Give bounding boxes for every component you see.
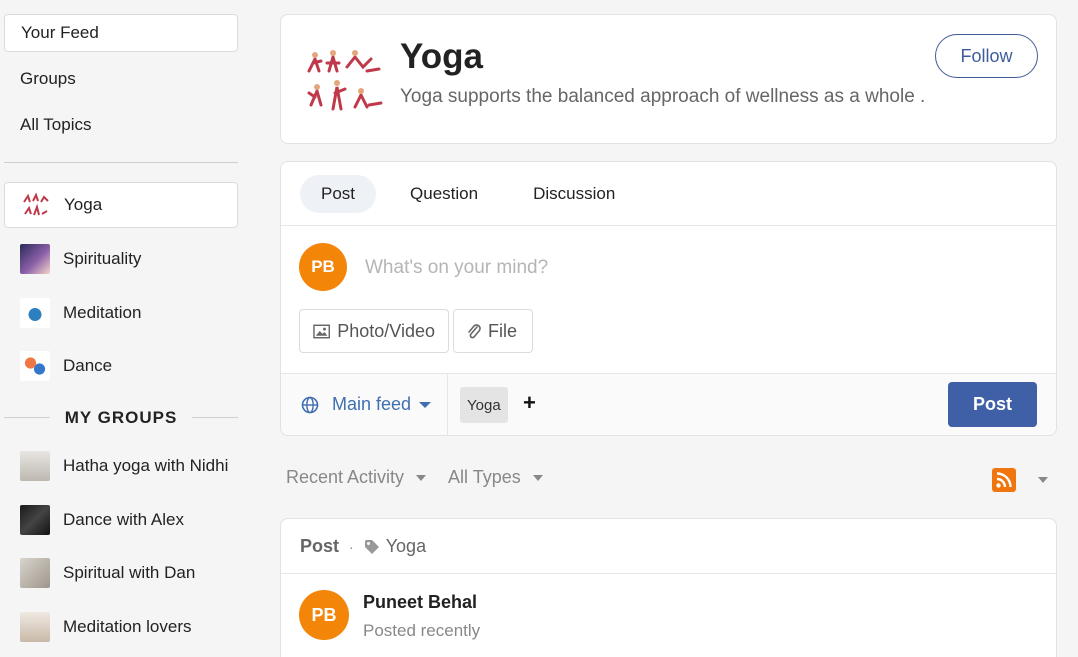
nav-label: All Topics xyxy=(20,115,92,134)
heading-rule xyxy=(192,417,238,418)
group-label: Meditation lovers xyxy=(63,617,192,636)
nav-all-topics[interactable]: All Topics xyxy=(4,106,238,144)
rss-glyph xyxy=(996,472,1012,488)
group-label: Spiritual with Dan xyxy=(63,563,196,582)
sidebar-group-dance-alex[interactable]: Dance with Alex xyxy=(4,497,238,543)
sidebar: Your Feed Groups All Topics Yoga Spiritu… xyxy=(0,0,242,657)
post-input[interactable]: What's on your mind? xyxy=(365,257,548,279)
post-kind: Post xyxy=(300,536,340,556)
feed-selector[interactable]: Main feed xyxy=(301,394,432,415)
composer-card: Post Question Discussion PB What's on yo… xyxy=(280,161,1057,436)
file-label: File xyxy=(488,320,518,341)
sidebar-topic-yoga[interactable]: Yoga xyxy=(4,182,238,228)
add-tag-button[interactable]: + xyxy=(523,390,536,416)
composer-divider xyxy=(281,225,1056,226)
avatar[interactable]: PB xyxy=(299,590,349,640)
post-card: Post · Yoga PB Puneet Behal Posted recen… xyxy=(280,518,1057,657)
sidebar-group-spiritual-dan[interactable]: Spiritual with Dan xyxy=(4,550,238,596)
feed-filters: Recent Activity All Types xyxy=(286,467,565,488)
post-meta: Post · Yoga xyxy=(300,536,426,557)
dance-alex-thumbnail xyxy=(20,505,50,535)
rss-icon[interactable] xyxy=(992,468,1016,492)
my-groups-label: MY GROUPS xyxy=(64,408,178,427)
feed-selector-label: Main feed xyxy=(332,394,412,414)
topic-header-card: Yoga Yoga supports the balanced approach… xyxy=(280,14,1057,144)
post-author[interactable]: Puneet Behal xyxy=(363,592,477,613)
topic-label: Spirituality xyxy=(63,249,142,268)
tab-discussion[interactable]: Discussion xyxy=(512,175,636,213)
chevron-down-icon xyxy=(419,401,432,408)
photo-video-label: Photo/Video xyxy=(337,320,435,341)
sidebar-topic-dance[interactable]: Dance xyxy=(4,343,238,389)
image-icon xyxy=(313,324,330,338)
footer-separator xyxy=(447,374,448,435)
spirituality-thumbnail xyxy=(20,244,50,274)
avatar: PB xyxy=(299,243,347,291)
nav-your-feed[interactable]: Your Feed xyxy=(4,14,238,52)
composer-tabs: Post Question Discussion xyxy=(300,175,649,213)
hatha-yoga-thumbnail xyxy=(20,451,50,481)
yoga-thumbnail xyxy=(21,190,51,220)
topic-label: Yoga xyxy=(64,195,103,214)
type-filter[interactable]: All Types xyxy=(448,467,543,488)
yoga-hero-image xyxy=(307,50,383,111)
post-topic-link[interactable]: Yoga xyxy=(386,536,426,557)
nav-label: Your Feed xyxy=(21,23,99,42)
sidebar-group-meditation-lovers[interactable]: Meditation lovers xyxy=(4,604,238,650)
topic-tag-chip[interactable]: Yoga xyxy=(460,387,508,423)
activity-filter[interactable]: Recent Activity xyxy=(286,467,427,488)
topic-label: Meditation xyxy=(63,303,142,322)
topic-label: Dance xyxy=(63,356,113,375)
sidebar-topic-meditation[interactable]: Meditation xyxy=(4,290,238,336)
topic-title: Yoga xyxy=(400,37,483,76)
file-button[interactable]: File xyxy=(453,309,533,353)
group-label: Hatha yoga with Nidhi xyxy=(63,456,229,475)
tab-question[interactable]: Question xyxy=(389,175,499,213)
chevron-down-icon[interactable] xyxy=(1038,477,1048,483)
topic-description: Yoga supports the balanced approach of w… xyxy=(400,86,926,107)
type-filter-label: All Types xyxy=(448,467,521,487)
post-button[interactable]: Post xyxy=(948,382,1037,427)
spiritual-dan-thumbnail xyxy=(20,558,50,588)
nav-groups[interactable]: Groups xyxy=(4,60,238,98)
chevron-down-icon xyxy=(532,474,543,481)
group-label: Dance with Alex xyxy=(63,510,184,529)
globe-icon xyxy=(301,396,319,413)
chevron-down-icon xyxy=(416,474,427,481)
sidebar-divider xyxy=(4,162,238,163)
nav-label: Groups xyxy=(20,69,76,88)
meta-separator: · xyxy=(349,538,354,555)
composer-footer: Main feed Yoga + Post xyxy=(281,373,1056,435)
photo-video-button[interactable]: Photo/Video xyxy=(299,309,449,353)
meditation-thumbnail xyxy=(20,298,50,328)
post-timestamp: Posted recently xyxy=(363,621,481,640)
sidebar-group-hatha-yoga[interactable]: Hatha yoga with Nidhi xyxy=(4,443,238,489)
dance-thumbnail xyxy=(20,351,50,381)
paperclip-icon xyxy=(468,324,481,339)
follow-button[interactable]: Follow xyxy=(935,34,1038,78)
tab-post[interactable]: Post xyxy=(300,175,377,213)
heading-rule xyxy=(4,417,50,418)
post-divider xyxy=(281,573,1056,574)
meditation-lovers-thumbnail xyxy=(20,612,50,642)
tag-icon xyxy=(364,539,379,554)
activity-filter-label: Recent Activity xyxy=(286,467,405,487)
my-groups-heading: MY GROUPS xyxy=(4,405,238,431)
sidebar-topic-spirituality[interactable]: Spirituality xyxy=(4,236,238,282)
